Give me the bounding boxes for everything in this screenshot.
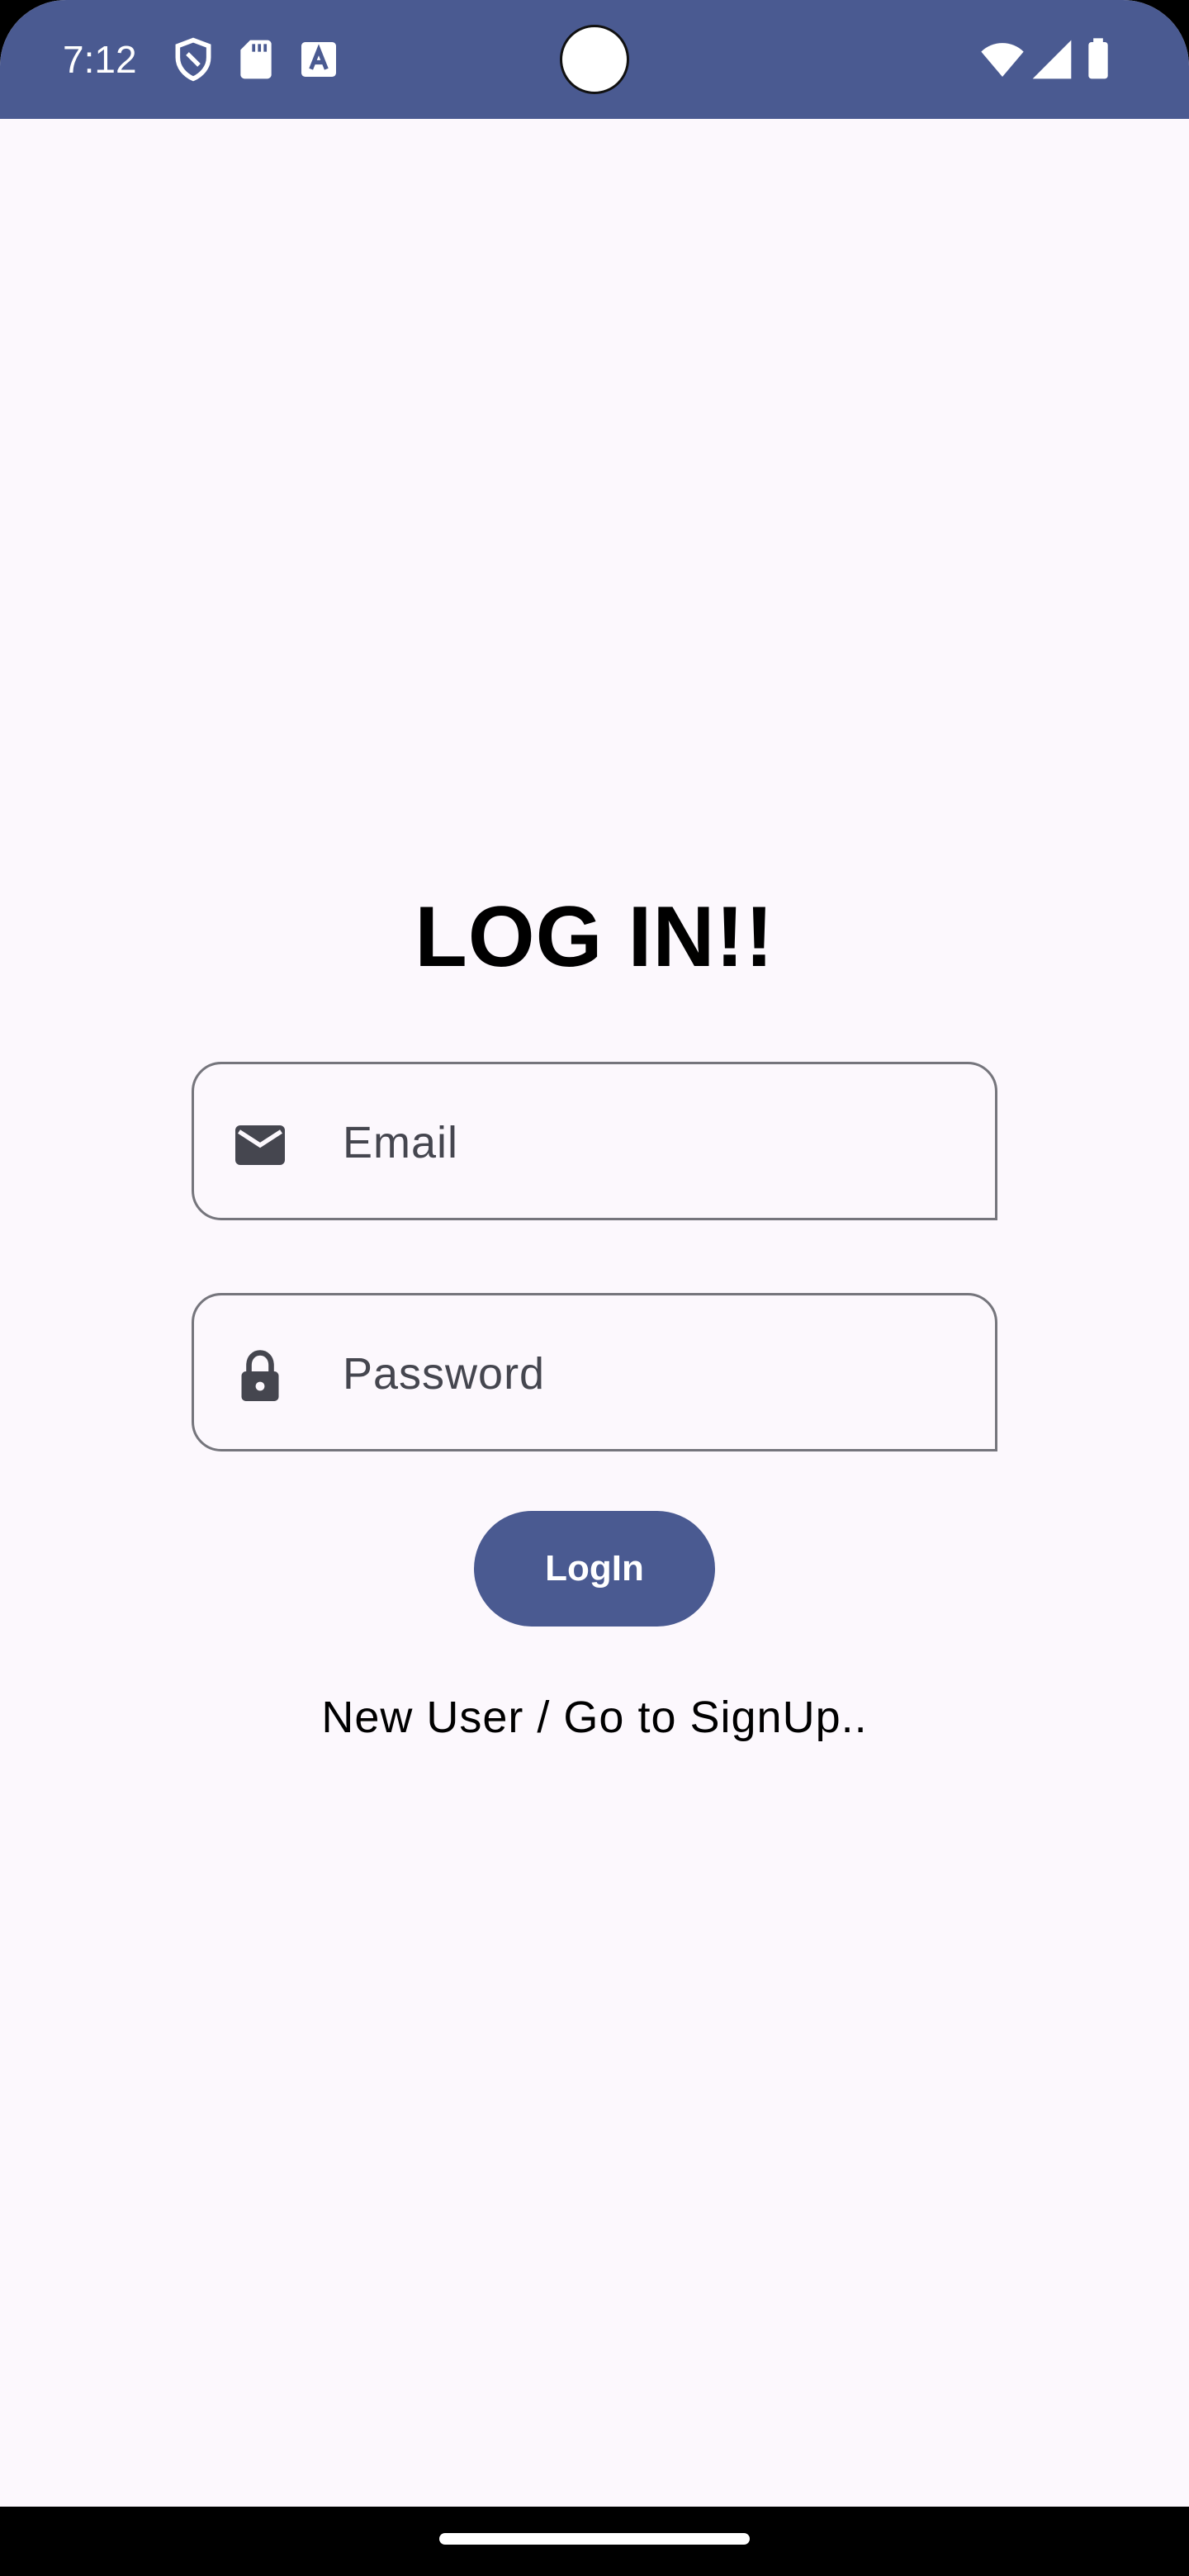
wifi-icon [981, 43, 1024, 77]
app-screen: 7:12 LOG IN!! Email LogIn New User / Go … [0, 0, 1189, 2507]
lock-icon [241, 1350, 279, 1401]
text-a-icon [301, 42, 336, 77]
signup-link[interactable]: New User / Go to SignUp.. [0, 1684, 1189, 1750]
page-title: LOG IN!! [414, 889, 775, 985]
sd-card-icon [240, 40, 272, 79]
password-input[interactable] [343, 1328, 970, 1419]
battery-icon [1088, 38, 1108, 79]
email-icon [235, 1125, 285, 1165]
email-input[interactable] [343, 1097, 970, 1188]
status-time: 7:12 [63, 38, 137, 81]
password-field[interactable] [192, 1293, 997, 1451]
status-bar: 7:12 [0, 0, 1189, 119]
email-field[interactable] [192, 1062, 997, 1220]
front-camera [560, 25, 629, 94]
signal-icon [1032, 40, 1072, 79]
login-button[interactable]: LogIn [474, 1511, 715, 1627]
shield-icon [175, 37, 211, 82]
gesture-nav-handle[interactable] [439, 2533, 750, 2545]
